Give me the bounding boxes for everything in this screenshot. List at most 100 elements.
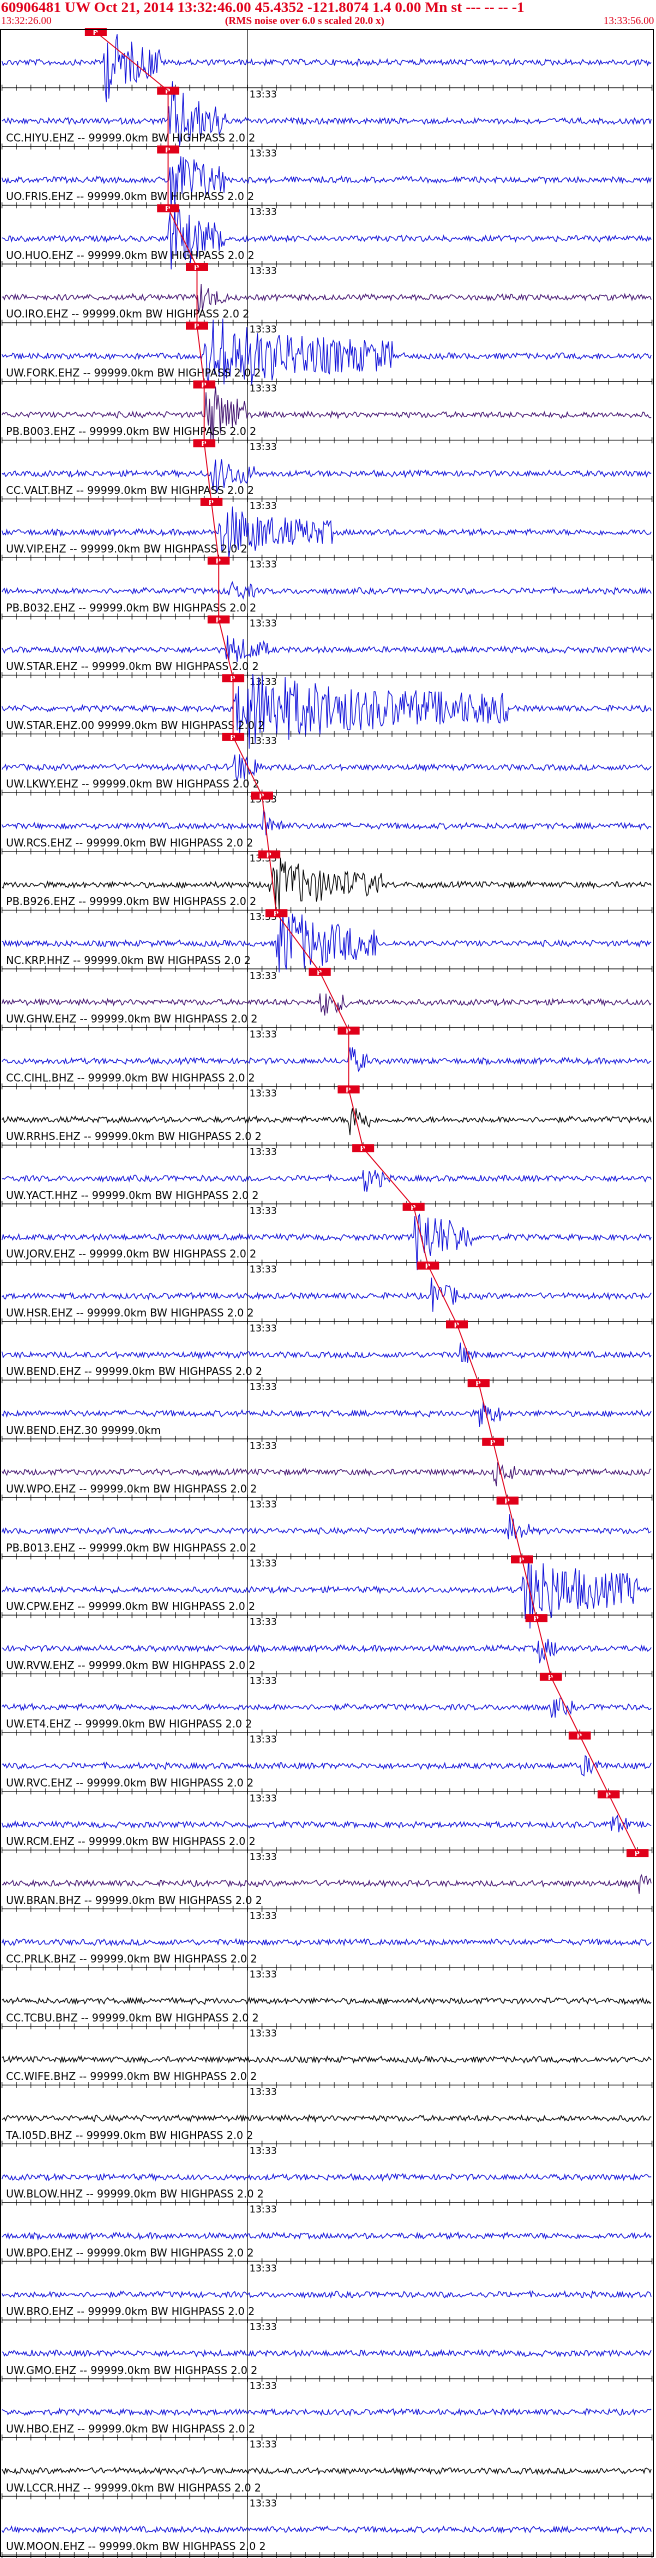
minute-label: 13:33	[250, 2440, 277, 2451]
waveform-trace	[1, 673, 652, 749]
minute-label: 13:33	[250, 618, 277, 629]
waveform-trace	[1, 993, 652, 1016]
station-label: UW.RCM.EHZ -- 99999.0km BW HIGHPASS 2.0 …	[6, 1836, 256, 1848]
waveform-trace	[1, 2525, 652, 2534]
minute-label: 13:33	[250, 1441, 277, 1452]
station-label: UW.JORV.EHZ -- 99999.0km BW HIGHPASS 2.0…	[6, 1249, 256, 1261]
waveform-trace	[1, 1462, 652, 1487]
minute-label: 13:33	[250, 736, 277, 747]
waveform-trace	[1, 156, 652, 212]
station-label: CC.PRLK.BHZ -- 99999.0km BW HIGHPASS 2.0…	[6, 1954, 257, 1966]
waveform-trace	[1, 2172, 652, 2182]
waveform-trace	[1, 2290, 652, 2299]
station-label: CC.WIFE.BHZ -- 99999.0km BW HIGHPASS 2.0…	[6, 2071, 257, 2083]
minute-label: 13:33	[250, 1030, 277, 1041]
minute-label: 13:33	[250, 1382, 277, 1393]
waveform-trace	[1, 1755, 652, 1777]
minute-label: 13:33	[250, 1852, 277, 1863]
station-label: UW.RVW.EHZ -- 99999.0km BW HIGHPASS 2.0 …	[6, 1660, 255, 1672]
station-label: UW.LCCR.HHZ -- 99999.0km BW HIGHPASS 2.0…	[6, 2482, 261, 2494]
minute-label: 13:33	[250, 1793, 277, 1804]
station-label: UW.CPW.EHZ -- 99999.0km BW HIGHPASS 2.0 …	[6, 1601, 255, 1613]
minute-label: 13:33	[250, 1735, 277, 1746]
station-label: UW.ET4.EHZ -- 99999.0km BW HIGHPASS 2.0 …	[6, 1719, 252, 1731]
station-label: UW.STAR.EHZ.00 99999.0km BW HIGHPASS 2.0…	[6, 720, 265, 732]
minute-label: 13:33	[250, 383, 277, 394]
seismogram-plot: 13:33PCC.HIYU.EHZ -- 99999.0km BW HIGHPA…	[1, 28, 653, 2558]
minute-label: 13:33	[250, 325, 277, 336]
minute-label: 13:33	[250, 90, 277, 101]
minute-label: 13:33	[250, 1206, 277, 1217]
waveform-trace	[1, 2231, 652, 2241]
station-label: CC.VALT.BHZ -- 99999.0km BW HIGHPASS 2.0…	[6, 485, 254, 497]
minute-label: 13:33	[250, 1500, 277, 1511]
station-label: PB.B926.EHZ -- 99999.0km BW HIGHPASS 2.0…	[6, 896, 256, 908]
station-label: UO.IRO.EHZ -- 99999.0km BW HIGHPASS 2.0 …	[6, 309, 249, 321]
station-label: UW.RRHS.EHZ -- 99999.0km BW HIGHPASS 2.0…	[6, 1131, 262, 1143]
station-label: UW.GMO.EHZ -- 99999.0km BW HIGHPASS 2.0 …	[6, 2365, 257, 2377]
waveform-trace	[1, 34, 652, 103]
waveform-trace	[1, 1342, 652, 1363]
station-label: UW.BEND.EHZ -- 99999.0km BW HIGHPASS 2.0…	[6, 1366, 262, 1378]
waveform-trace	[1, 1873, 652, 1894]
waveform-trace	[1, 1555, 652, 1629]
waveform-trace	[1, 1697, 652, 1718]
minute-label: 13:33	[250, 501, 277, 512]
station-label: PB.B003.EHZ -- 99999.0km BW HIGHPASS 2.0…	[6, 426, 256, 438]
minute-label: 13:33	[250, 1088, 277, 1099]
station-label: UW.BEND.EHZ.30 99999.0km	[6, 1425, 161, 1437]
minute-label: 13:33	[250, 1676, 277, 1687]
station-label: UO.HUO.EHZ -- 99999.0km BW HIGHPASS 2.0 …	[6, 250, 254, 262]
minute-label: 13:33	[250, 1911, 277, 1922]
minute-label: 13:33	[250, 2028, 277, 2039]
minute-label: 13:33	[250, 2146, 277, 2157]
station-label: UW.STAR.EHZ -- 99999.0km BW HIGHPASS 2.0…	[6, 661, 259, 673]
minute-label: 13:33	[250, 148, 277, 159]
minute-label: 13:33	[250, 1617, 277, 1628]
station-label: UW.MOON.EHZ -- 99999.0km BW HIGHPASS 2.0…	[6, 2541, 266, 2553]
station-label: PB.B013.EHZ -- 99999.0km BW HIGHPASS 2.0…	[6, 1542, 256, 1554]
minute-label: 13:33	[250, 2498, 277, 2509]
station-label: UW.FORK.EHZ -- 99999.0km BW HIGHPASS 2.0…	[6, 367, 261, 379]
waveform-trace	[1, 2348, 652, 2358]
station-label: UW.BLOW.HHZ -- 99999.0km BW HIGHPASS 2.0…	[6, 2189, 264, 2201]
waveform-trace	[1, 2055, 652, 2065]
minute-label: 13:33	[250, 266, 277, 277]
station-label: UW.HBO.EHZ -- 99999.0km BW HIGHPASS 2.0 …	[6, 2424, 255, 2436]
minute-label: 13:33	[250, 2087, 277, 2098]
minute-label: 13:33	[250, 560, 277, 571]
waveform-trace	[1, 1169, 652, 1192]
station-label: TA.I05D.BHZ -- 99999.0km BW HIGHPASS 2.0…	[5, 2130, 253, 2142]
station-label: CC.CIHL.BHZ -- 99999.0km BW HIGHPASS 2.0…	[6, 1072, 255, 1084]
minute-label: 13:33	[250, 2205, 277, 2216]
waveform-trace	[1, 1814, 652, 1833]
waveform-trace	[1, 1047, 652, 1073]
waveform-trace	[1, 1937, 652, 1947]
minute-label: 13:33	[250, 1323, 277, 1334]
minute-label: 13:33	[250, 971, 277, 982]
station-label: CC.HIYU.EHZ -- 99999.0km BW HIGHPASS 2.0…	[6, 132, 255, 144]
station-label: UW.VIP.EHZ -- 99999.0km BW HIGHPASS 2.0 …	[6, 544, 247, 556]
station-label: UW.BRO.EHZ -- 99999.0km BW HIGHPASS 2.0 …	[6, 2306, 255, 2318]
station-label: NC.KRP.HHZ -- 99999.0km BW HIGHPASS 2.0 …	[6, 955, 251, 967]
waveform-trace	[1, 2466, 652, 2476]
station-label: UW.LKWY.EHZ -- 99999.0km BW HIGHPASS 2.0…	[6, 779, 259, 791]
minute-label: 13:33	[250, 2263, 277, 2274]
station-label: UW.RCS.EHZ -- 99999.0km BW HIGHPASS 2.0 …	[6, 837, 253, 849]
station-label: CC.TCBU.BHZ -- 99999.0km BW HIGHPASS 2.0…	[6, 2012, 259, 2024]
waveform-trace	[1, 1514, 652, 1540]
station-label: UO.FRIS.EHZ -- 99999.0km BW HIGHPASS 2.0…	[6, 191, 254, 203]
station-label: UW.BRAN.BHZ -- 99999.0km BW HIGHPASS 2.0…	[6, 1895, 262, 1907]
waveform-trace	[1, 1996, 652, 2006]
minute-label: 13:33	[250, 2381, 277, 2392]
waveform-trace	[1, 2407, 652, 2417]
minute-label: 13:33	[250, 1558, 277, 1569]
waveform-trace	[1, 1401, 652, 1428]
minute-label: 13:33	[250, 2322, 277, 2333]
station-label: UW.WPO.EHZ -- 99999.0km BW HIGHPASS 2.0 …	[6, 1484, 257, 1496]
station-label: UW.BPO.EHZ -- 99999.0km BW HIGHPASS 2.0 …	[6, 2247, 254, 2259]
minute-label: 13:33	[250, 442, 277, 453]
waveform-trace	[1, 580, 652, 600]
minute-label: 13:33	[250, 1265, 277, 1276]
minute-label: 13:33	[250, 1970, 277, 1981]
